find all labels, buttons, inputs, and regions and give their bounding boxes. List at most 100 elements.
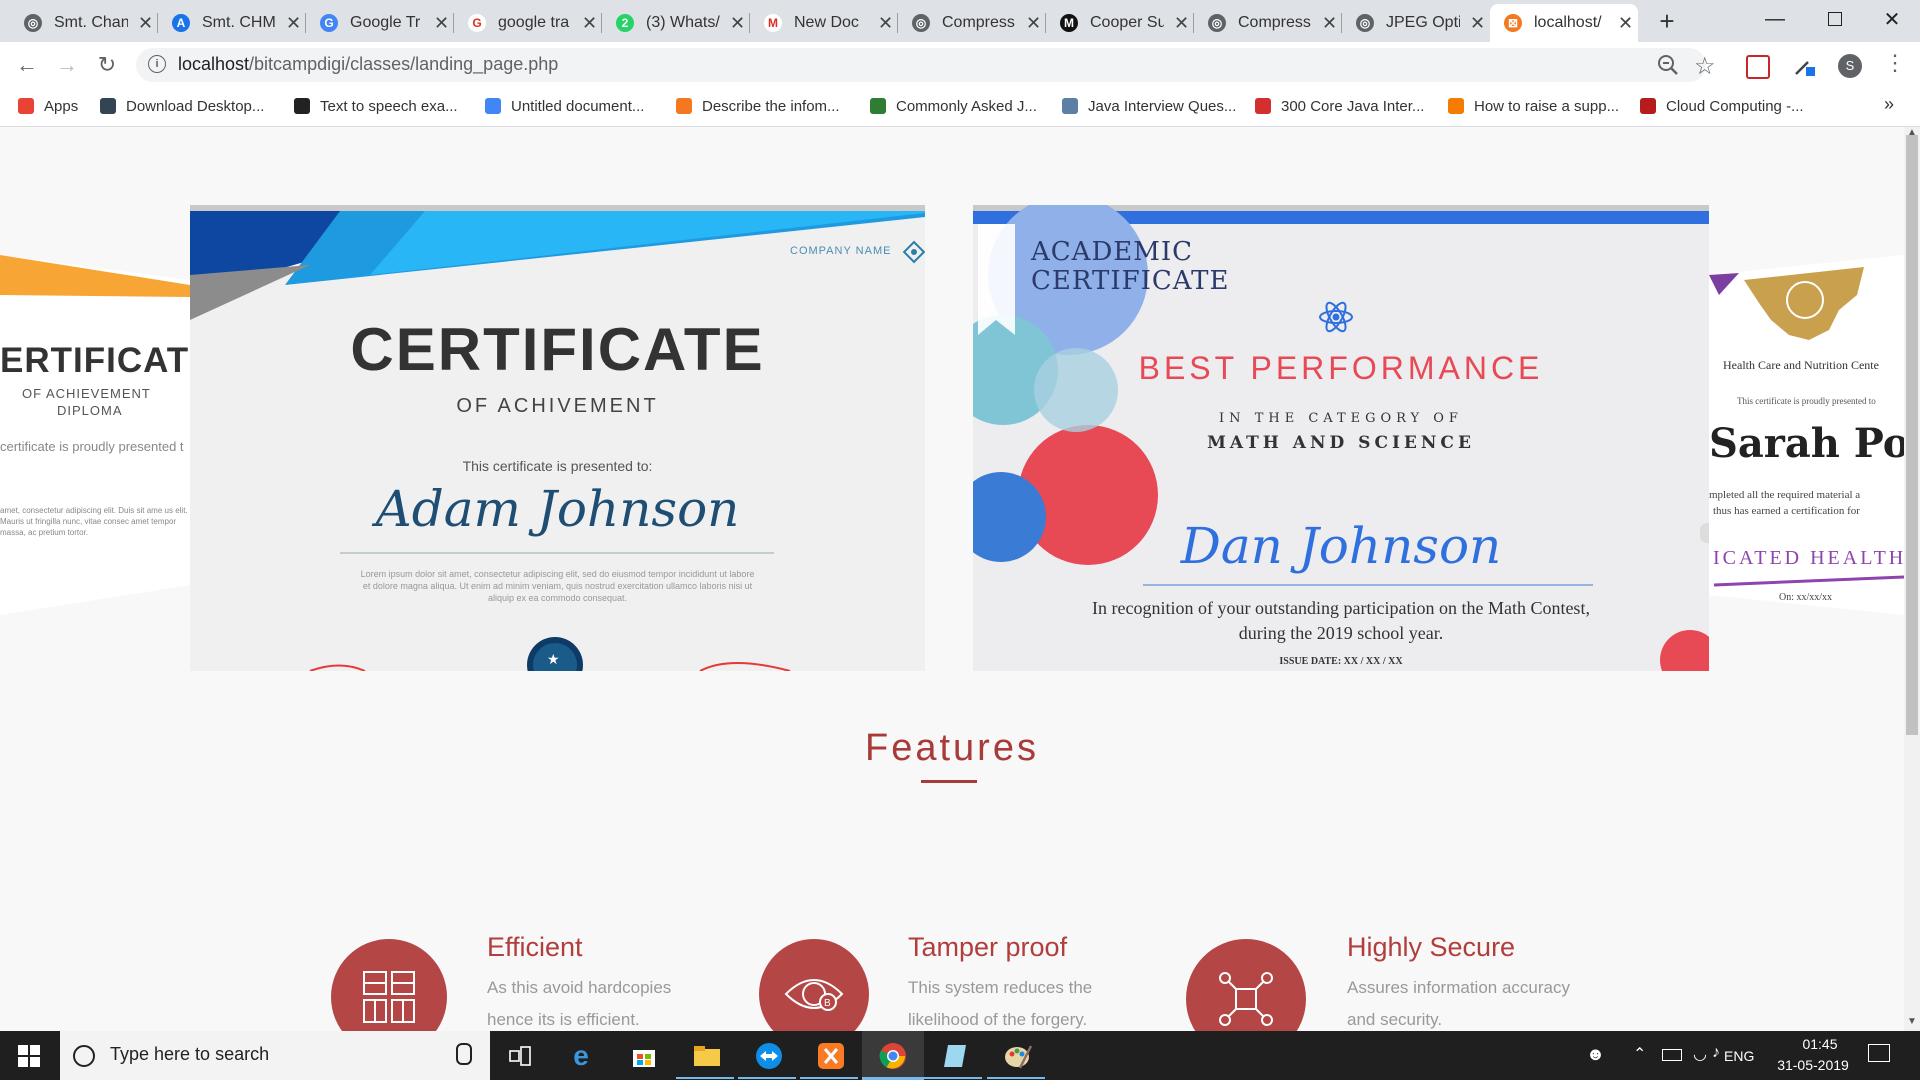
- tab-close-icon[interactable]: ✕: [1618, 13, 1633, 34]
- wifi-icon[interactable]: ◡: [1693, 1044, 1707, 1064]
- partial-right-body1: mpleted all the required material a: [1709, 489, 1861, 501]
- tab-close-icon[interactable]: ✕: [1470, 13, 1485, 34]
- extension-shield-icon[interactable]: [1746, 55, 1770, 79]
- browser-tab[interactable]: ◎ Compress ✕: [898, 4, 1046, 42]
- scroll-down-arrow[interactable]: ▼: [1907, 1016, 1917, 1027]
- tab-close-icon[interactable]: ✕: [1026, 13, 1041, 34]
- taskbar-underline-paint: [987, 1077, 1045, 1079]
- bookmark-item[interactable]: Java Interview Ques...: [1062, 94, 1236, 118]
- volume-icon[interactable]: ♪: [1712, 1044, 1720, 1062]
- certificate-slide-dan[interactable]: ACADEMIC CERTIFICATE BEST PERFORMANCE IN…: [973, 205, 1709, 671]
- info-icon[interactable]: i: [148, 55, 166, 73]
- paint-icon[interactable]: [1001, 1039, 1035, 1073]
- tab-close-icon[interactable]: ✕: [582, 13, 597, 34]
- xampp-icon[interactable]: [814, 1039, 848, 1073]
- close-window-button[interactable]: ✕: [1862, 0, 1920, 38]
- minimize-button[interactable]: —: [1745, 0, 1805, 38]
- tab-title: Compress: [942, 14, 1015, 31]
- feature-title-tamper-proof: Tamper proof: [908, 932, 1068, 962]
- tab-title: Smt. Chan: [54, 14, 128, 31]
- clock-date[interactable]: 31-05-2019: [1763, 1057, 1863, 1073]
- extension-eyedropper-icon[interactable]: [1792, 54, 1816, 78]
- bookmark-favicon-icon: [1448, 98, 1464, 114]
- browser-tab[interactable]: ◎ Compress ✕: [1194, 4, 1342, 42]
- zoom-icon[interactable]: [1655, 52, 1683, 80]
- microphone-icon[interactable]: [456, 1043, 472, 1065]
- language-indicator[interactable]: ENG: [1724, 1048, 1754, 1064]
- browser-tab[interactable]: ⊠ localhost/ ✕: [1490, 4, 1638, 42]
- menu-icon[interactable]: ⋮: [1884, 50, 1906, 76]
- bookmark-item[interactable]: Describe the infom...: [676, 94, 840, 118]
- browser-tab[interactable]: M Cooper Su ✕: [1046, 4, 1194, 42]
- partial-right-banner: ICATED HEALTH: [1713, 547, 1904, 569]
- bookmark-favicon-icon: [294, 98, 310, 114]
- forward-button[interactable]: →: [52, 50, 82, 80]
- bookmark-label: Apps: [44, 97, 79, 115]
- browser-tab[interactable]: 2 (3) Whats/ ✕: [602, 4, 750, 42]
- notepad-icon[interactable]: [938, 1039, 972, 1073]
- cortana-icon: [73, 1045, 95, 1067]
- battery-icon[interactable]: [1662, 1049, 1682, 1061]
- tab-favicon-icon: M: [1060, 14, 1078, 32]
- bookmark-item[interactable]: Download Desktop...: [100, 94, 264, 118]
- store-icon[interactable]: [627, 1039, 661, 1073]
- scroll-up-arrow[interactable]: ▲: [1907, 127, 1917, 138]
- maximize-button[interactable]: [1805, 0, 1865, 38]
- certificate-slide-adam[interactable]: COMPANY NAME CERTIFICATE OF ACHIVEMENT T…: [190, 205, 925, 671]
- tab-close-icon[interactable]: ✕: [286, 13, 301, 34]
- clock-time[interactable]: 01:45: [1790, 1036, 1850, 1052]
- bookmark-item[interactable]: 300 Core Java Inter...: [1255, 94, 1424, 118]
- teamviewer-icon[interactable]: [752, 1039, 786, 1073]
- certificate-partial-left[interactable]: ERTIFICATE OF ACHIEVEMENT DIPLOMA certif…: [0, 255, 190, 615]
- browser-tab[interactable]: Ggoogle tra ✕: [454, 4, 602, 42]
- partial-left-presented: certificate is proudly presented t: [0, 439, 184, 454]
- certificate-body: Lorem ipsum dolor sit amet, consectetur …: [360, 569, 755, 603]
- show-hidden-icons-arrow[interactable]: ⌃: [1633, 1044, 1646, 1064]
- profile-avatar[interactable]: S: [1838, 54, 1862, 78]
- back-button[interactable]: ←: [12, 50, 42, 80]
- bookmarks-overflow-icon[interactable]: »: [1884, 94, 1894, 115]
- certificate-partial-right[interactable]: Health Care and Nutrition Cente This cer…: [1709, 255, 1904, 615]
- notifications-icon[interactable]: [1868, 1044, 1890, 1062]
- recipient-name: Adam Johnson: [375, 480, 740, 538]
- reload-button[interactable]: ↻: [92, 50, 122, 80]
- svg-text:B: B: [824, 998, 831, 1009]
- people-icon[interactable]: ☻: [1586, 1044, 1605, 1065]
- browser-tab[interactable]: ◎ JPEG Opti ✕: [1342, 4, 1490, 42]
- bookmark-label: Cloud Computing -...: [1666, 97, 1804, 115]
- task-view-icon[interactable]: [503, 1039, 537, 1073]
- bookmark-item[interactable]: Cloud Computing -...: [1640, 94, 1804, 118]
- browser-tab[interactable]: A Smt. CHM ✕: [158, 4, 306, 42]
- browser-tab[interactable]: ◎ Smt. Chan ✕: [10, 4, 158, 42]
- tab-close-icon[interactable]: ✕: [878, 13, 893, 34]
- bookmark-favicon-icon: [1062, 98, 1078, 114]
- bookmark-item[interactable]: How to raise a supp...: [1448, 94, 1619, 118]
- bookmark-item[interactable]: Commonly Asked J...: [870, 94, 1037, 118]
- bookmark-item[interactable]: Apps: [18, 94, 78, 118]
- category-name: MATH AND SCIENCE: [1207, 433, 1475, 453]
- edge-browser-icon[interactable]: e: [564, 1039, 598, 1073]
- bookmark-star-icon[interactable]: ☆: [1694, 52, 1716, 81]
- chrome-icon[interactable]: [876, 1039, 910, 1073]
- recognition-line1: In recognition of your outstanding parti…: [1092, 598, 1590, 618]
- bookmark-label: Describe the infom...: [702, 97, 840, 115]
- scrollbar-thumb[interactable]: [1906, 135, 1918, 735]
- partial-right-org: Health Care and Nutrition Cente: [1723, 358, 1879, 372]
- partial-right-date: On: xx/xx/xx: [1779, 592, 1833, 603]
- bookmark-label: Untitled document...: [511, 97, 645, 115]
- tab-close-icon[interactable]: ✕: [138, 13, 153, 34]
- browser-tab[interactable]: G Google Tr ✕: [306, 4, 454, 42]
- tab-close-icon[interactable]: ✕: [730, 13, 745, 34]
- certificate-subtitle: OF ACHIVEMENT: [456, 395, 659, 417]
- bookmark-item[interactable]: Untitled document...: [485, 94, 644, 118]
- tab-close-icon[interactable]: ✕: [434, 13, 449, 34]
- tab-close-icon[interactable]: ✕: [1174, 13, 1189, 34]
- file-explorer-icon[interactable]: [690, 1039, 724, 1073]
- start-button[interactable]: [18, 1045, 40, 1067]
- new-tab-button[interactable]: +: [1652, 6, 1682, 36]
- features-heading: Features: [865, 727, 1039, 769]
- bookmark-item[interactable]: Text to speech exa...: [294, 94, 458, 118]
- tab-close-icon[interactable]: ✕: [1322, 13, 1337, 34]
- browser-tab[interactable]: M New Doc ✕: [750, 4, 898, 42]
- tab-title: Smt. CHM: [202, 14, 276, 31]
